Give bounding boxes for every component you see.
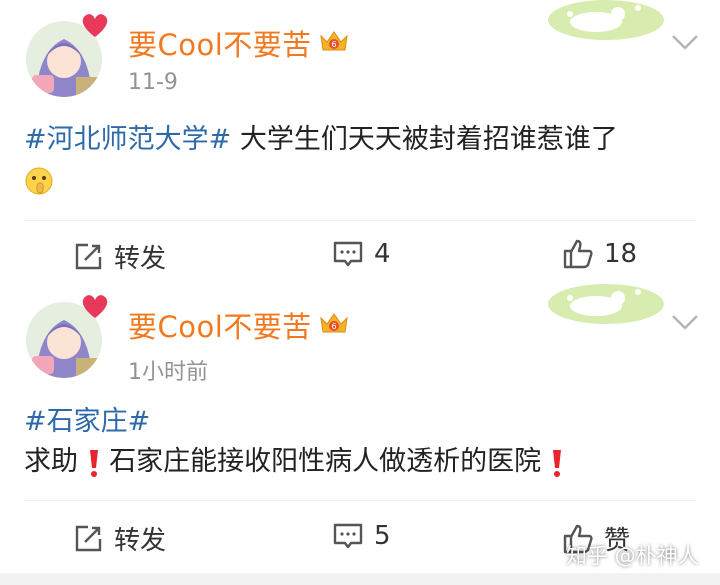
vip-crown-icon: 6 [320, 313, 348, 333]
card-decoration-icon [548, 284, 664, 324]
svg-text:6: 6 [331, 322, 336, 331]
comment-button[interactable]: 5 [332, 520, 391, 552]
like-button[interactable]: 18 [562, 238, 637, 270]
bottom-strip [0, 573, 720, 585]
repost-label: 转发 [114, 244, 167, 274]
avatar[interactable] [22, 295, 108, 382]
post-body: 大学生们天天被封着招谁惹谁了 [231, 124, 618, 155]
shush-emoji-icon [25, 167, 53, 194]
hashtag-link[interactable]: #河北师范大学# [24, 124, 231, 155]
chevron-down-icon[interactable] [670, 33, 700, 51]
hashtag-link[interactable]: #石家庄# [24, 406, 150, 437]
post-card: 要Cool不要苦 6 1小时前 #石家庄# 求助 石家庄能接收阳性病人做透析的医… [0, 282, 720, 573]
repost-label: 转发 [114, 526, 167, 556]
comment-count: 5 [374, 521, 391, 551]
comment-icon [333, 241, 363, 267]
repost-icon [75, 525, 102, 551]
post-text: #河北师范大学# 大学生们天天被封着招谁惹谁了 [24, 120, 700, 200]
divider [24, 500, 696, 501]
post-card: 要Cool不要苦 6 11-9 #河北师范大学# 大学生们天天被封着招谁惹谁了 … [0, 0, 720, 282]
red-exclamation-icon [89, 449, 98, 477]
comment-button[interactable]: 4 [332, 238, 391, 270]
post-text: #石家庄# 求助 石家庄能接收阳性病人做透析的医院 [24, 402, 700, 482]
heart-icon [82, 14, 108, 37]
repost-button[interactable]: 转发 [72, 520, 166, 557]
comment-icon [333, 523, 363, 549]
card-decoration-icon [548, 0, 664, 40]
thumbs-up-icon [563, 239, 593, 269]
post-time: 11-9 [128, 70, 178, 95]
heart-icon [82, 295, 108, 318]
username[interactable]: 要Cool不要苦 [128, 304, 312, 346]
avatar[interactable] [22, 14, 108, 101]
like-count: 18 [604, 239, 638, 269]
divider [24, 220, 696, 221]
vip-crown-icon: 6 [320, 31, 348, 51]
post-time: 1小时前 [128, 360, 208, 385]
post-body-start: 求助 [24, 446, 78, 477]
username[interactable]: 要Cool不要苦 [128, 22, 312, 64]
repost-icon [75, 243, 102, 269]
chevron-down-icon[interactable] [670, 313, 700, 331]
repost-button[interactable]: 转发 [72, 238, 166, 275]
post-body: 石家庄能接收阳性病人做透析的医院 [109, 446, 542, 477]
comment-count: 4 [374, 239, 391, 269]
watermark: 知乎 @朴神人 [566, 544, 699, 568]
svg-text:6: 6 [331, 40, 336, 49]
red-exclamation-icon [552, 449, 561, 477]
